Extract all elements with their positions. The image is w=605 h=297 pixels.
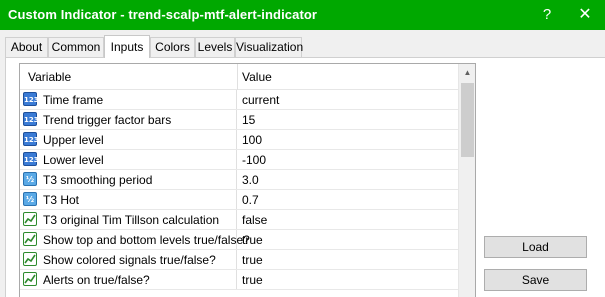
variable-value[interactable]: -100: [242, 153, 266, 167]
boolean-icon: [23, 212, 37, 226]
column-divider: [237, 64, 238, 90]
table-row[interactable]: Show colored signals true/false? true: [20, 250, 458, 270]
variable-cell: 123 Lower level: [20, 150, 237, 169]
boolean-icon: [23, 252, 37, 266]
vertical-scrollbar[interactable]: ▲: [458, 64, 475, 297]
variable-value[interactable]: true: [242, 273, 263, 287]
variable-name: T3 smoothing period: [43, 173, 153, 187]
variable-name: Time frame: [43, 93, 104, 107]
column-header-variable[interactable]: Variable: [28, 70, 71, 84]
variable-name: Upper level: [43, 133, 104, 147]
tab-levels[interactable]: Levels: [195, 37, 235, 57]
inputs-grid: Variable Value 123 Time frame current 12…: [19, 63, 476, 297]
table-row[interactable]: ½ T3 Hot 0.7: [20, 190, 458, 210]
table-row[interactable]: 123 Upper level 100: [20, 130, 458, 150]
tab-about[interactable]: About: [5, 37, 48, 57]
variable-cell: 123 Trend trigger factor bars: [20, 110, 237, 129]
scrollbar-thumb[interactable]: [461, 83, 474, 157]
variable-cell: ½ T3 smoothing period: [20, 170, 237, 189]
variable-name: Show colored signals true/false?: [43, 253, 216, 267]
variable-cell: Show top and bottom levels true/false?: [20, 230, 250, 249]
table-row[interactable]: 123 Lower level -100: [20, 150, 458, 170]
tab-common[interactable]: Common: [48, 37, 104, 57]
boolean-icon: [23, 232, 37, 246]
tab-colors[interactable]: Colors: [150, 37, 195, 57]
variable-value[interactable]: false: [242, 213, 267, 227]
table-row[interactable]: ½ T3 smoothing period 3.0: [20, 170, 458, 190]
grid-header: Variable Value: [20, 64, 458, 90]
variable-cell: Alerts on true/false?: [20, 270, 237, 289]
variable-cell: 123 Time frame: [20, 90, 237, 109]
variable-value[interactable]: 100: [242, 133, 262, 147]
scroll-up-icon[interactable]: ▲: [459, 64, 475, 81]
variable-name: Alerts on true/false?: [43, 273, 150, 287]
save-button[interactable]: Save: [484, 269, 587, 291]
table-row[interactable]: 123 Time frame current: [20, 90, 458, 110]
tab-visualization[interactable]: Visualization: [235, 37, 303, 57]
variable-value[interactable]: 0.7: [242, 193, 259, 207]
integer-icon: 123: [23, 132, 39, 146]
variable-cell: 123 Upper level: [20, 130, 237, 149]
variable-name: Trend trigger factor bars: [43, 113, 172, 127]
table-row[interactable]: 123 Trend trigger factor bars 15: [20, 110, 458, 130]
integer-icon: 123: [23, 152, 39, 166]
variable-name: T3 original Tim Tillson calculation: [43, 213, 220, 227]
variable-value[interactable]: true: [242, 253, 263, 267]
load-button[interactable]: Load: [484, 236, 587, 258]
variable-cell: T3 original Tim Tillson calculation: [20, 210, 237, 229]
help-button[interactable]: ?: [527, 0, 567, 30]
column-header-value[interactable]: Value: [242, 70, 272, 84]
window-title: Custom Indicator - trend-scalp-mtf-alert…: [8, 7, 318, 22]
integer-icon: 123: [23, 112, 39, 126]
variable-name: T3 Hot: [43, 193, 80, 207]
variable-cell: ½ T3 Hot: [20, 190, 237, 209]
table-row[interactable]: Alerts on true/false? true: [20, 270, 458, 290]
integer-icon: 123: [23, 92, 39, 106]
close-button[interactable]: ✕: [565, 0, 605, 30]
variable-value[interactable]: true: [242, 233, 263, 247]
table-row[interactable]: Show top and bottom levels true/false? t…: [20, 230, 458, 250]
boolean-icon: [23, 272, 37, 286]
variable-value[interactable]: 15: [242, 113, 255, 127]
variable-name: Show top and bottom levels true/false?: [43, 233, 250, 247]
double-icon: ½: [23, 172, 37, 186]
variable-cell: Show colored signals true/false?: [20, 250, 237, 269]
double-icon: ½: [23, 192, 37, 206]
title-bar: Custom Indicator - trend-scalp-mtf-alert…: [0, 0, 605, 30]
variable-name: Lower level: [43, 153, 104, 167]
tab-inputs[interactable]: Inputs: [104, 35, 150, 58]
variable-value[interactable]: 3.0: [242, 173, 259, 187]
variable-value[interactable]: current: [242, 93, 279, 107]
table-row[interactable]: T3 original Tim Tillson calculation fals…: [20, 210, 458, 230]
